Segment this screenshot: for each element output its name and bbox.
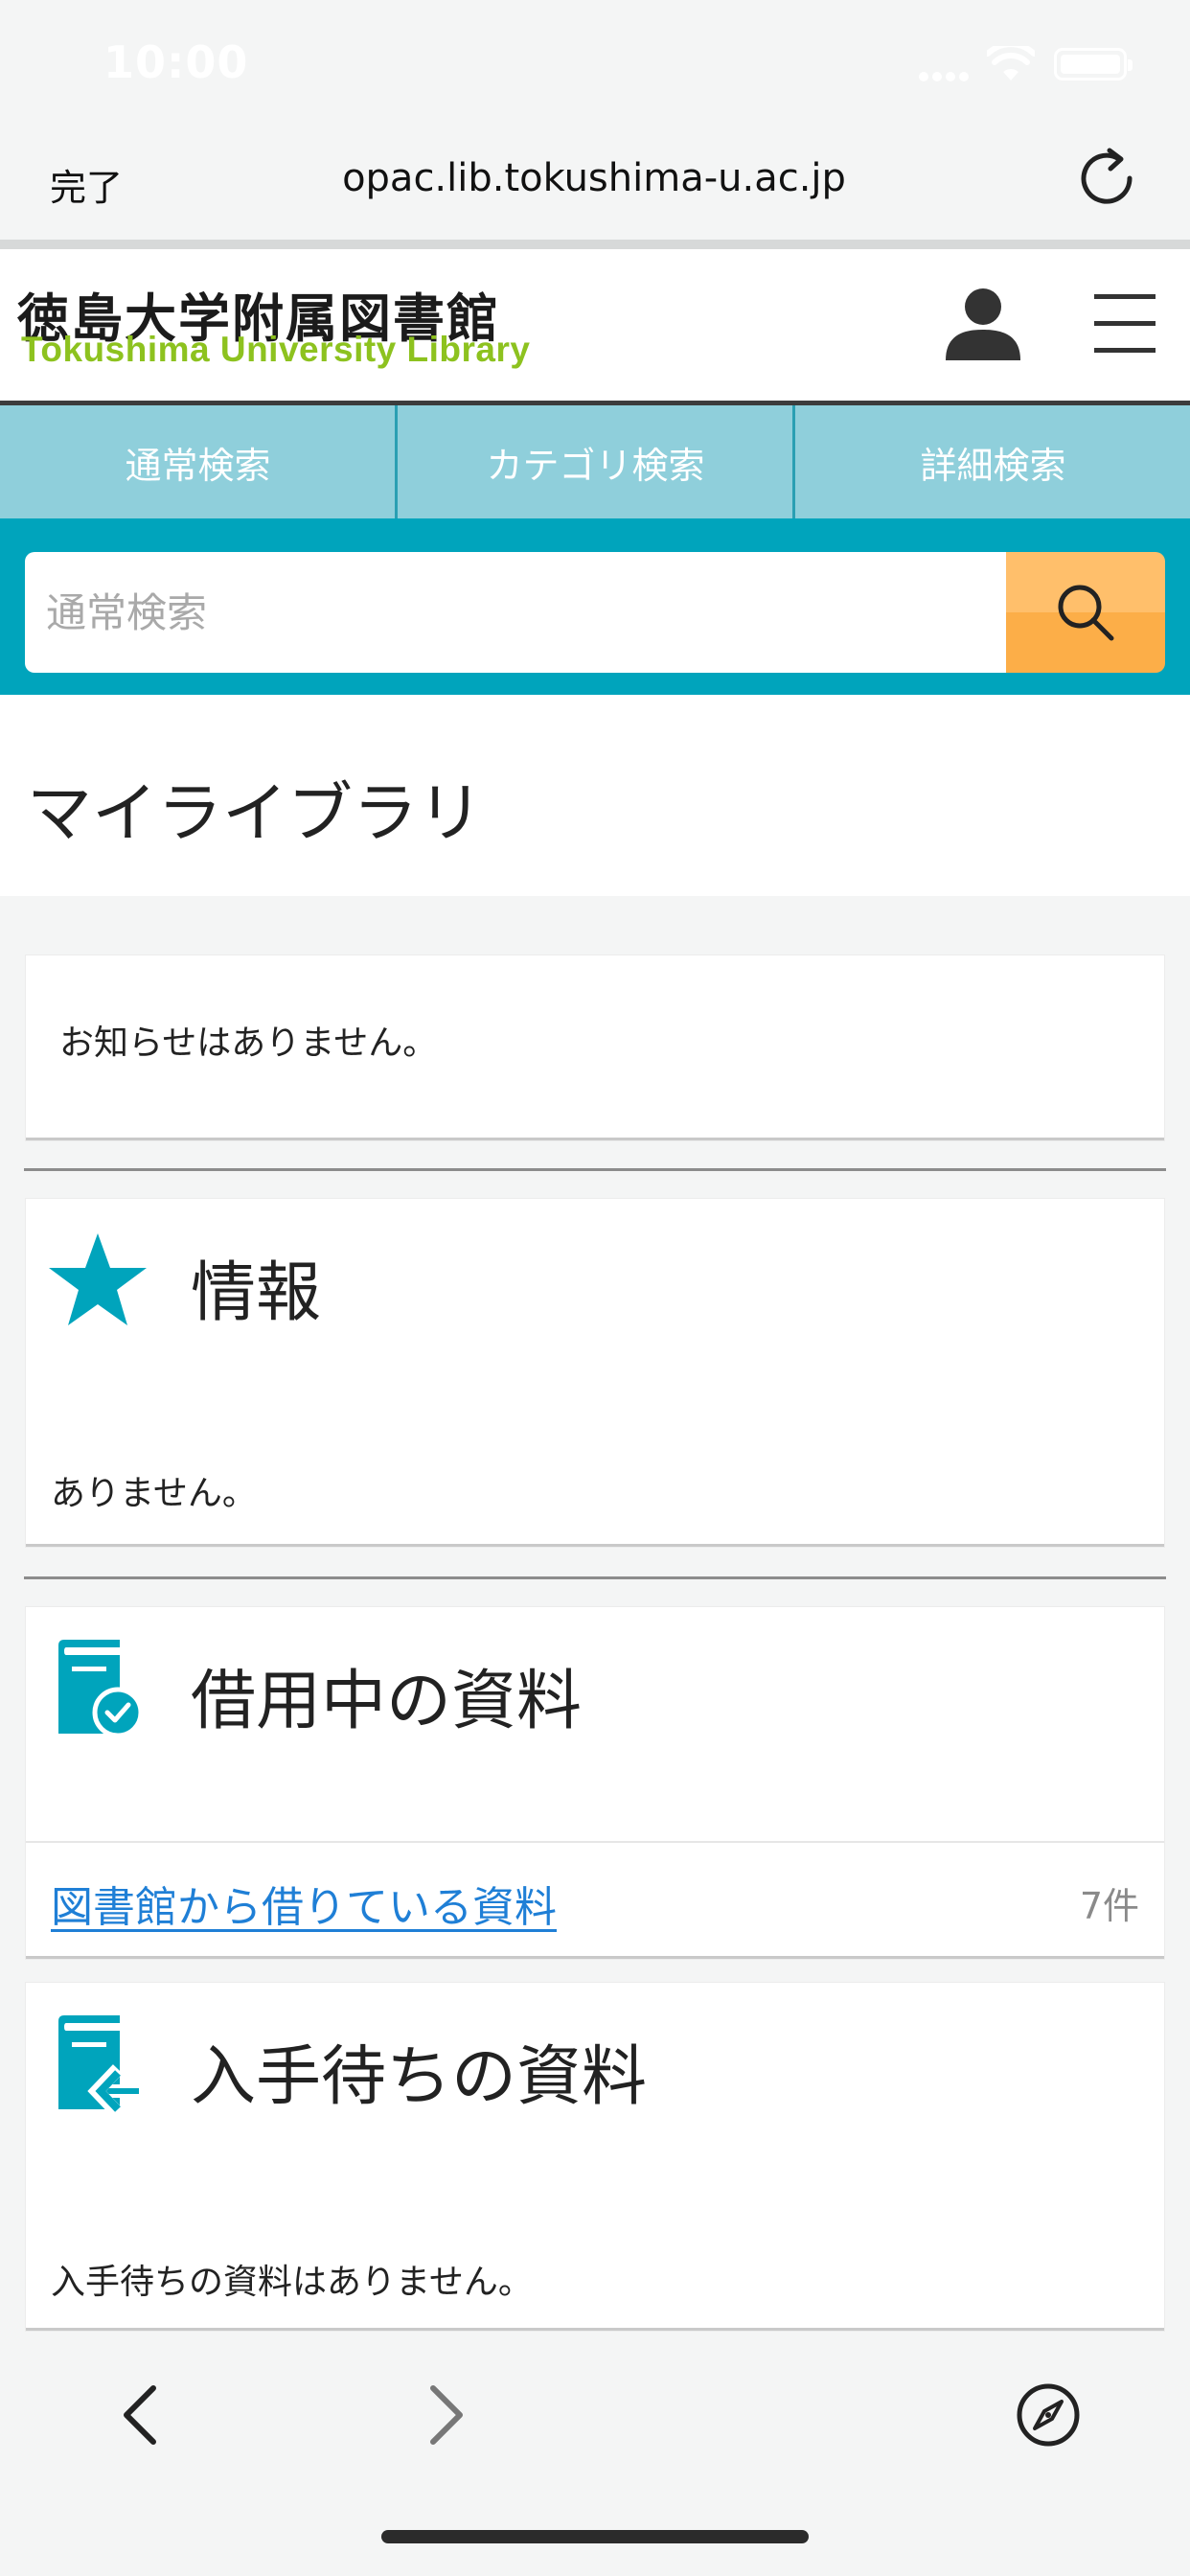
search-input[interactable] — [25, 552, 1006, 673]
info-text: ありません。 — [51, 1474, 257, 1513]
logo-english-text: Tokushima University Library — [21, 330, 531, 369]
borrowed-count: 7件 — [1079, 1885, 1139, 1927]
section-divider — [24, 1576, 1166, 1579]
notice-card: お知らせはありません。 — [26, 955, 1164, 1140]
waiting-text: 入手待ちの資料はありません。 — [51, 2263, 533, 2302]
search-icon — [1058, 585, 1114, 641]
home-indicator[interactable] — [381, 2530, 809, 2543]
book-return-icon — [58, 2015, 143, 2115]
borrowed-items-link[interactable]: 図書館から借りている資料 — [51, 1873, 557, 1934]
search-button[interactable] — [1006, 552, 1165, 673]
info-card: 情報 ありません。 — [26, 1199, 1164, 1547]
status-time: 10:00 — [103, 36, 249, 88]
search-mode-tabs: 通常検索 カテゴリ検索 詳細検索 — [0, 405, 1190, 518]
waiting-card: 入手待ちの資料 入手待ちの資料はありません。 — [26, 1983, 1164, 2331]
waiting-heading: 入手待ちの資料 — [191, 2039, 648, 2115]
compass-icon[interactable] — [1016, 2382, 1081, 2448]
star-icon — [49, 1233, 147, 1325]
borrowed-card: 借用中の資料 図書館から借りている資料 7件 — [26, 1607, 1164, 1959]
page-load-bar — [0, 240, 1190, 249]
account-icon[interactable] — [944, 286, 1022, 364]
forward-arrow-icon[interactable] — [425, 2384, 468, 2446]
borrowed-row-separator — [26, 1841, 1164, 1843]
page-title: マイライブラリ — [27, 776, 484, 852]
info-heading: 情報 — [191, 1255, 322, 1331]
tab-advanced-search[interactable]: 詳細検索 — [795, 405, 1190, 518]
done-button[interactable]: 完了 — [50, 158, 123, 211]
tab-category-search[interactable]: カテゴリ検索 — [398, 405, 793, 518]
borrowed-heading: 借用中の資料 — [191, 1664, 583, 1739]
notice-text: お知らせはありません。 — [59, 1024, 438, 1063]
menu-icon[interactable] — [1092, 290, 1157, 356]
tab-normal-search[interactable]: 通常検索 — [0, 405, 396, 518]
cellular-signal-icon — [919, 72, 969, 81]
reload-icon[interactable] — [1075, 146, 1138, 209]
library-logo[interactable]: 徳島大学附属図書館 Tokushima University Library — [17, 276, 554, 376]
book-check-icon — [58, 1640, 144, 1738]
url-text[interactable]: opac.lib.tokushima-u.ac.jp — [249, 156, 939, 200]
battery-icon — [1054, 48, 1133, 80]
section-divider — [24, 1168, 1166, 1171]
wifi-icon — [987, 46, 1035, 80]
back-arrow-icon[interactable] — [119, 2384, 161, 2446]
